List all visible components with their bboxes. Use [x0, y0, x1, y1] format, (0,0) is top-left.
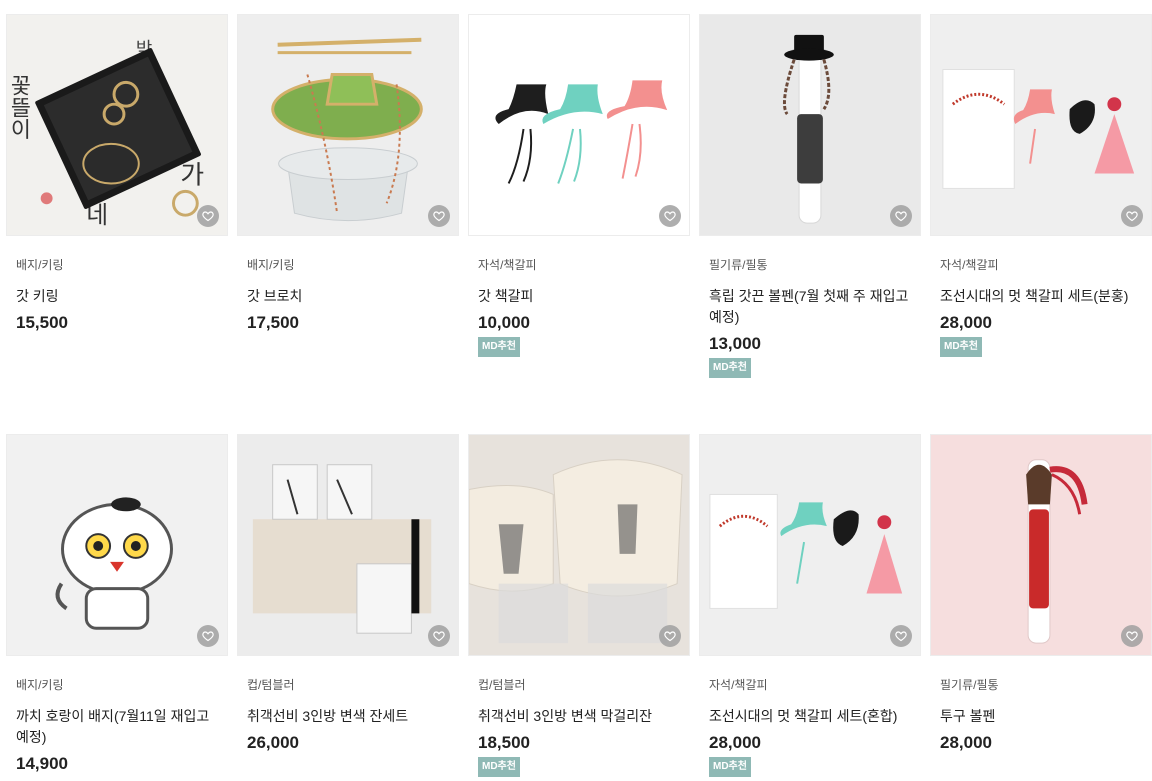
product-image-makgeolli-cups[interactable] [468, 434, 690, 656]
heart-icon[interactable] [428, 625, 450, 647]
product-category: 컵/텀블러 [478, 678, 526, 692]
product-image-bookmark-set-pink[interactable] [930, 14, 1152, 236]
product-price: 28,000 [709, 733, 761, 752]
md-recommend-badge: MD추천 [940, 337, 982, 357]
product-image-hat-pen[interactable] [699, 14, 921, 236]
product-image-glass-set[interactable] [237, 434, 459, 656]
product-price: 28,000 [940, 733, 992, 752]
md-recommend-badge: MD추천 [478, 757, 520, 777]
product-category: 자석/책갈피 [478, 258, 537, 272]
md-recommend-badge: MD추천 [709, 757, 751, 777]
product-category: 배지/키링 [247, 258, 295, 272]
product-image-hat-bookmark[interactable] [468, 14, 690, 236]
product-name[interactable]: 조선시대의 멋 책갈피 세트(혼합) [699, 706, 921, 727]
product-card[interactable]: 컵/텀블러 취객선비 3인방 변색 잔세트 26,000 [237, 434, 459, 753]
md-recommend-badge: MD추천 [709, 358, 751, 378]
product-name[interactable]: 갓 브로치 [237, 286, 459, 307]
product-price: 13,000 [709, 334, 761, 353]
heart-icon[interactable] [428, 205, 450, 227]
calligraphy-text: 꽃뜰이 [7, 74, 31, 140]
product-category: 자석/책갈피 [940, 258, 999, 272]
product-card[interactable]: 컵/텀블러 취객선비 3인방 변색 막걸리잔 18,500 MD추천 [468, 434, 690, 777]
product-name[interactable]: 까치 호랑이 배지(7월11일 재입고 예정) [6, 706, 228, 748]
product-price: 18,500 [478, 733, 530, 752]
product-card[interactable]: 필기류/필통 투구 볼펜 28,000 [930, 434, 1152, 753]
heart-icon[interactable] [1121, 625, 1143, 647]
product-category: 필기류/필통 [709, 258, 768, 272]
product-card[interactable]: 필기류/필통 흑립 갓끈 볼펜(7월 첫째 주 재입고 예정) 13,000 M… [699, 14, 921, 378]
product-image-helmet-pen[interactable] [930, 434, 1152, 656]
heart-icon[interactable] [197, 205, 219, 227]
product-price: 15,500 [16, 313, 68, 332]
product-price: 17,500 [247, 313, 299, 332]
heart-icon[interactable] [659, 625, 681, 647]
heart-icon[interactable] [890, 205, 912, 227]
product-name[interactable]: 취객선비 3인방 변색 막걸리잔 [468, 706, 690, 727]
product-grid: 꽃뜰이 가 네 박 배지/키링 갓 키링 15,500 배지/키링 갓 브로치 … [0, 0, 1152, 781]
heart-icon[interactable] [1121, 205, 1143, 227]
heart-icon[interactable] [197, 625, 219, 647]
product-name[interactable]: 흑립 갓끈 볼펜(7월 첫째 주 재입고 예정) [699, 286, 921, 328]
product-price: 28,000 [940, 313, 992, 332]
product-category: 자석/책갈피 [709, 678, 768, 692]
product-name[interactable]: 취객선비 3인방 변색 잔세트 [237, 706, 459, 727]
product-image-hat-brooch[interactable] [237, 14, 459, 236]
product-card[interactable]: 자석/책갈피 조선시대의 멋 책갈피 세트(분홍) 28,000 MD추천 [930, 14, 1152, 357]
calligraphy-text: 가 [180, 160, 204, 190]
product-price: 14,900 [16, 754, 68, 773]
product-card[interactable]: 배지/키링 갓 브로치 17,500 [237, 14, 459, 333]
product-image-bookmark-set-mixed[interactable] [699, 434, 921, 656]
product-price: 10,000 [478, 313, 530, 332]
product-card[interactable]: 자석/책갈피 갓 책갈피 10,000 MD추천 [468, 14, 690, 357]
product-name[interactable]: 갓 책갈피 [468, 286, 690, 307]
heart-icon[interactable] [659, 205, 681, 227]
product-category: 필기류/필통 [940, 678, 999, 692]
product-image-tiger-badge[interactable] [6, 434, 228, 656]
product-card[interactable]: 꽃뜰이 가 네 박 배지/키링 갓 키링 15,500 [6, 14, 228, 333]
product-card[interactable]: 배지/키링 까치 호랑이 배지(7월11일 재입고 예정) 14,900 [6, 434, 228, 774]
product-price: 26,000 [247, 733, 299, 752]
product-name[interactable]: 조선시대의 멋 책갈피 세트(분홍) [930, 286, 1152, 307]
product-card[interactable]: 자석/책갈피 조선시대의 멋 책갈피 세트(혼합) 28,000 MD추천 [699, 434, 921, 777]
product-category: 배지/키링 [16, 258, 64, 272]
product-category: 컵/텀블러 [247, 678, 295, 692]
product-name[interactable]: 투구 볼펜 [930, 706, 1152, 727]
md-recommend-badge: MD추천 [478, 337, 520, 357]
heart-icon[interactable] [890, 625, 912, 647]
product-category: 배지/키링 [16, 678, 64, 692]
product-name[interactable]: 갓 키링 [6, 286, 228, 307]
product-image-hat-keyring[interactable]: 꽃뜰이 가 네 박 [6, 14, 228, 236]
